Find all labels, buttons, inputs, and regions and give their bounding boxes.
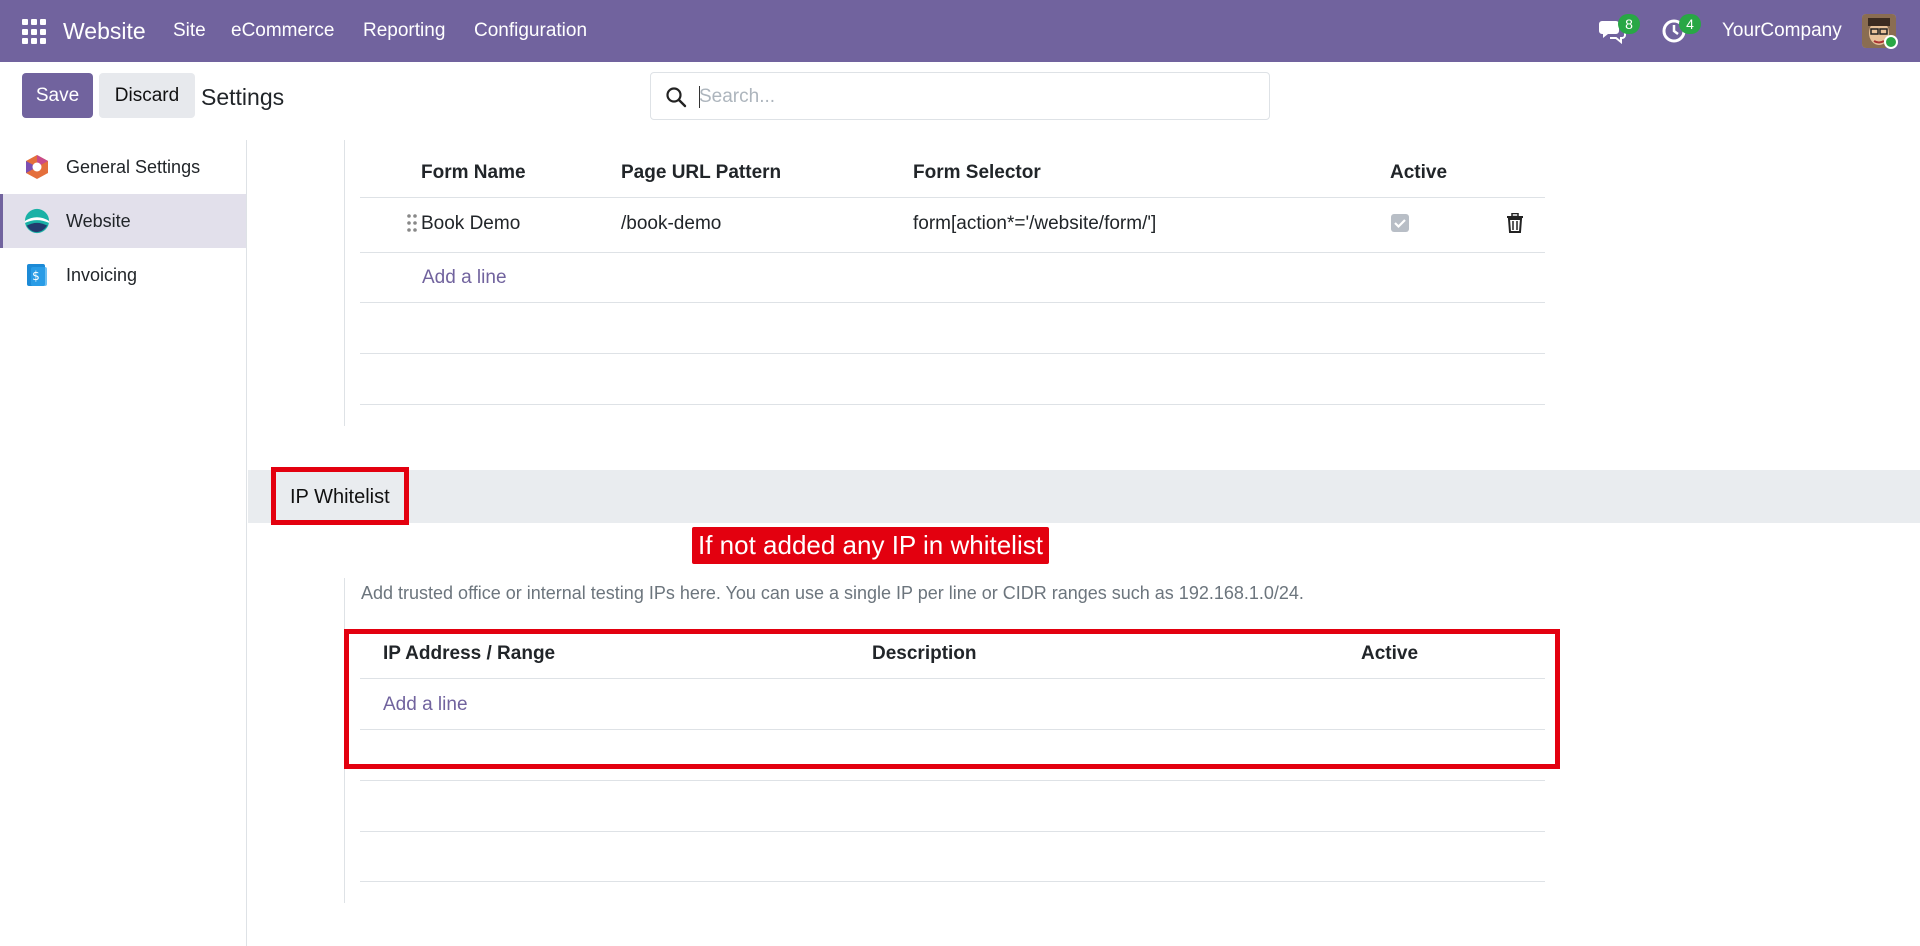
row-divider — [360, 197, 1545, 198]
sidebar-item-label: Invoicing — [66, 264, 138, 285]
row-divider — [360, 881, 1545, 882]
delete-row-icon[interactable] — [1506, 213, 1524, 233]
messages-count-badge: 8 — [1618, 14, 1640, 34]
svg-text:$: $ — [32, 269, 40, 283]
form-selector-cell[interactable]: form[action*='/website/form/'] — [913, 213, 1156, 235]
row-divider — [360, 404, 1545, 405]
sidebar-item-label: Website — [66, 210, 131, 231]
invoicing-app-icon: $ — [27, 264, 47, 286]
menu-reporting[interactable]: Reporting — [363, 20, 445, 42]
row-divider — [360, 252, 1545, 253]
row-divider — [360, 780, 1545, 781]
form-name-cell[interactable]: Book Demo — [421, 213, 520, 235]
menu-ecommerce[interactable]: eCommerce — [231, 20, 334, 42]
forms-add-line-link[interactable]: Add a line — [422, 267, 507, 289]
discard-button[interactable]: Discard — [99, 73, 195, 118]
column-header-page-url[interactable]: Page URL Pattern — [621, 162, 781, 184]
top-navbar: Website Site eCommerce Reporting Configu… — [0, 0, 1920, 62]
url-pattern-cell[interactable]: /book-demo — [621, 213, 721, 235]
column-header-active[interactable]: Active — [1390, 162, 1447, 184]
check-icon — [1394, 219, 1406, 229]
general-settings-icon — [26, 155, 48, 179]
company-switcher[interactable]: YourCompany — [1722, 20, 1842, 42]
title-highlight-box — [271, 467, 409, 525]
ip-whitelist-section-header — [248, 470, 1920, 523]
app-brand[interactable]: Website — [63, 18, 146, 45]
sidebar-item-label: General Settings — [66, 156, 201, 177]
activities-count-badge: 4 — [1679, 14, 1701, 34]
text-cursor — [699, 86, 700, 108]
menu-site[interactable]: Site — [173, 20, 206, 42]
drag-handle-icon[interactable] — [406, 213, 418, 233]
ip-whitelist-help-text: Add trusted office or internal testing I… — [361, 583, 1304, 603]
sidebar-item-invoicing[interactable]: $ Invoicing — [0, 248, 246, 302]
sidebar-item-general-settings[interactable]: General Settings — [0, 140, 246, 194]
sidebar-item-website[interactable]: Website — [0, 194, 246, 248]
settings-sidebar: General Settings Website $ Invoicing — [0, 140, 247, 946]
website-app-icon — [24, 208, 50, 234]
active-checkbox[interactable] — [1391, 214, 1409, 232]
search-icon — [666, 87, 687, 108]
search-input[interactable] — [699, 83, 1249, 111]
row-divider — [360, 831, 1545, 832]
apps-menu-icon[interactable] — [22, 19, 48, 45]
search-box[interactable] — [650, 72, 1270, 120]
column-header-form-selector[interactable]: Form Selector — [913, 162, 1041, 184]
row-divider — [360, 353, 1545, 354]
save-button[interactable]: Save — [22, 73, 93, 118]
online-status-dot — [1884, 35, 1898, 49]
row-divider — [360, 302, 1545, 303]
annotation-label: If not added any IP in whitelist — [692, 527, 1049, 564]
menu-configuration[interactable]: Configuration — [474, 20, 587, 42]
table-highlight-box — [344, 629, 1560, 769]
section-divider — [344, 140, 345, 426]
column-header-form-name[interactable]: Form Name — [421, 162, 526, 184]
page-title: Settings — [201, 84, 285, 110]
